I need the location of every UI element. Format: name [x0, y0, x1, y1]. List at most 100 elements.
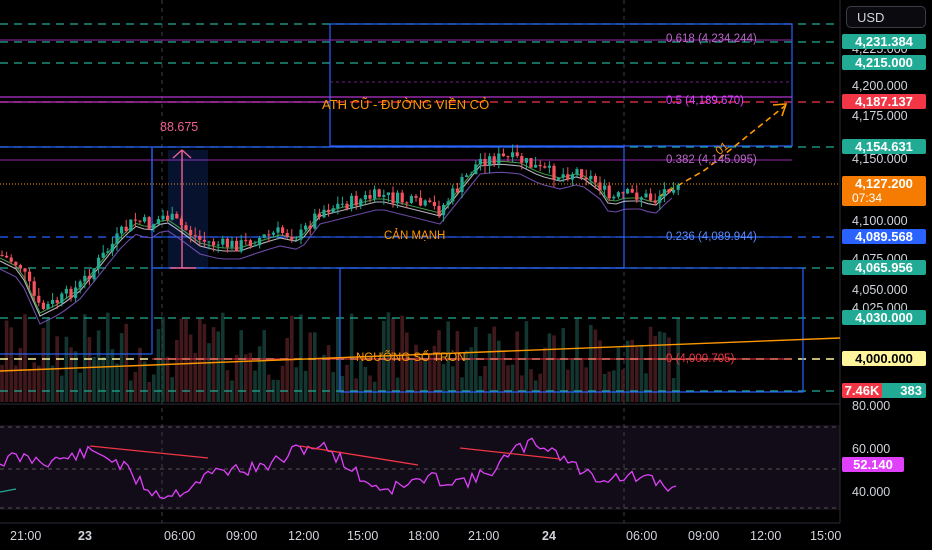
volume-bar [510, 364, 515, 402]
candle [400, 192, 404, 203]
rsi-pane-background [0, 425, 840, 510]
time-tick: 18:00 [408, 529, 440, 543]
time-tick: 24 [542, 529, 556, 543]
candle [667, 189, 671, 193]
candle [603, 185, 607, 190]
candle [469, 174, 473, 176]
candle [492, 156, 496, 164]
volume-bar [115, 363, 119, 402]
volume-bar [175, 339, 179, 402]
volume-bar [276, 379, 280, 402]
candle [244, 240, 248, 242]
candle [124, 226, 128, 232]
candle [612, 196, 616, 199]
candle [363, 195, 367, 200]
candle [32, 281, 36, 296]
candle [340, 203, 344, 205]
volume-bar [543, 347, 547, 402]
volume-bar [524, 321, 529, 402]
volume-bar [423, 358, 427, 402]
candle [561, 174, 565, 178]
time-tick: 15:00 [810, 529, 842, 543]
candle [23, 268, 27, 272]
volume-bar [368, 375, 372, 402]
volume-bar [395, 377, 400, 402]
time-tick: 23 [78, 529, 92, 543]
round-number-label[interactable]: NGƯỠNG SỐ TRÒN [356, 352, 466, 364]
candle [607, 185, 611, 199]
volume-bar [87, 337, 92, 402]
candle [179, 218, 183, 226]
candle [110, 243, 114, 252]
candle [78, 281, 82, 288]
volume-bar [469, 347, 473, 402]
candle [483, 158, 487, 167]
candle [290, 236, 294, 240]
ath-label[interactable]: ATH CŨ - ĐƯỜNG VIỀN CỎ [322, 97, 489, 112]
volume-bar [124, 323, 128, 402]
candle [368, 195, 372, 199]
candle [423, 200, 427, 206]
candle-countdown: 07:34 [852, 191, 883, 205]
candle [212, 241, 216, 246]
time-tick: 06:00 [626, 529, 658, 543]
candle [336, 203, 340, 209]
volume-bar [165, 356, 170, 402]
candle [350, 195, 354, 209]
price-tick: 4,200.000 [852, 79, 908, 93]
candle [331, 208, 335, 213]
candle [557, 177, 561, 180]
candle [202, 239, 206, 242]
candle [446, 201, 450, 206]
volume-bar [598, 340, 602, 402]
candle [248, 240, 252, 246]
candle [267, 234, 271, 236]
currency-selector[interactable]: USD [846, 6, 926, 28]
candle [14, 261, 18, 266]
candle [37, 295, 41, 303]
candle [409, 196, 413, 204]
price-tag-4030: 4,030.000 [842, 310, 926, 325]
candle [621, 192, 625, 194]
fib-0-label: 0 (4,000.705) [666, 353, 735, 365]
volume-bar [83, 314, 87, 402]
support-label[interactable]: CẢN MẠNH [384, 230, 445, 242]
candle [55, 300, 59, 303]
volume-bar [538, 373, 542, 402]
volume-bar [37, 365, 41, 402]
candle [635, 192, 639, 200]
time-tick: 06:00 [164, 529, 196, 543]
volume-bar [566, 369, 570, 402]
volume-bar [644, 373, 648, 402]
candle [428, 200, 432, 203]
time-tick: 12:00 [750, 529, 782, 543]
candle [345, 203, 349, 209]
candle [258, 237, 262, 246]
candle [529, 158, 533, 168]
price-tag-4187: 4,187.137 [842, 94, 926, 109]
price-chart[interactable] [0, 0, 932, 550]
candle [478, 158, 482, 165]
candle [9, 257, 13, 262]
candle [547, 165, 551, 168]
volume-bar [110, 349, 115, 402]
volume-bar [193, 352, 197, 402]
volume-bar [478, 376, 483, 402]
volume-bar [455, 331, 460, 402]
candle [120, 226, 124, 234]
volume-bar [497, 340, 501, 402]
volume-bar [179, 318, 184, 402]
price-tag-4154: 4,154.631 [842, 139, 926, 154]
volume-bar [133, 371, 138, 402]
candle [170, 213, 174, 220]
candle [662, 189, 666, 197]
measure-range [168, 150, 208, 268]
volume-bar [506, 365, 510, 402]
candle [552, 165, 556, 180]
candle [317, 213, 321, 218]
fib-382-label: 0.382 (4,145.095) [666, 154, 757, 166]
candle [465, 175, 469, 177]
volume-bar [170, 377, 174, 402]
volume-bar [671, 377, 676, 402]
volume-bar [294, 367, 299, 402]
